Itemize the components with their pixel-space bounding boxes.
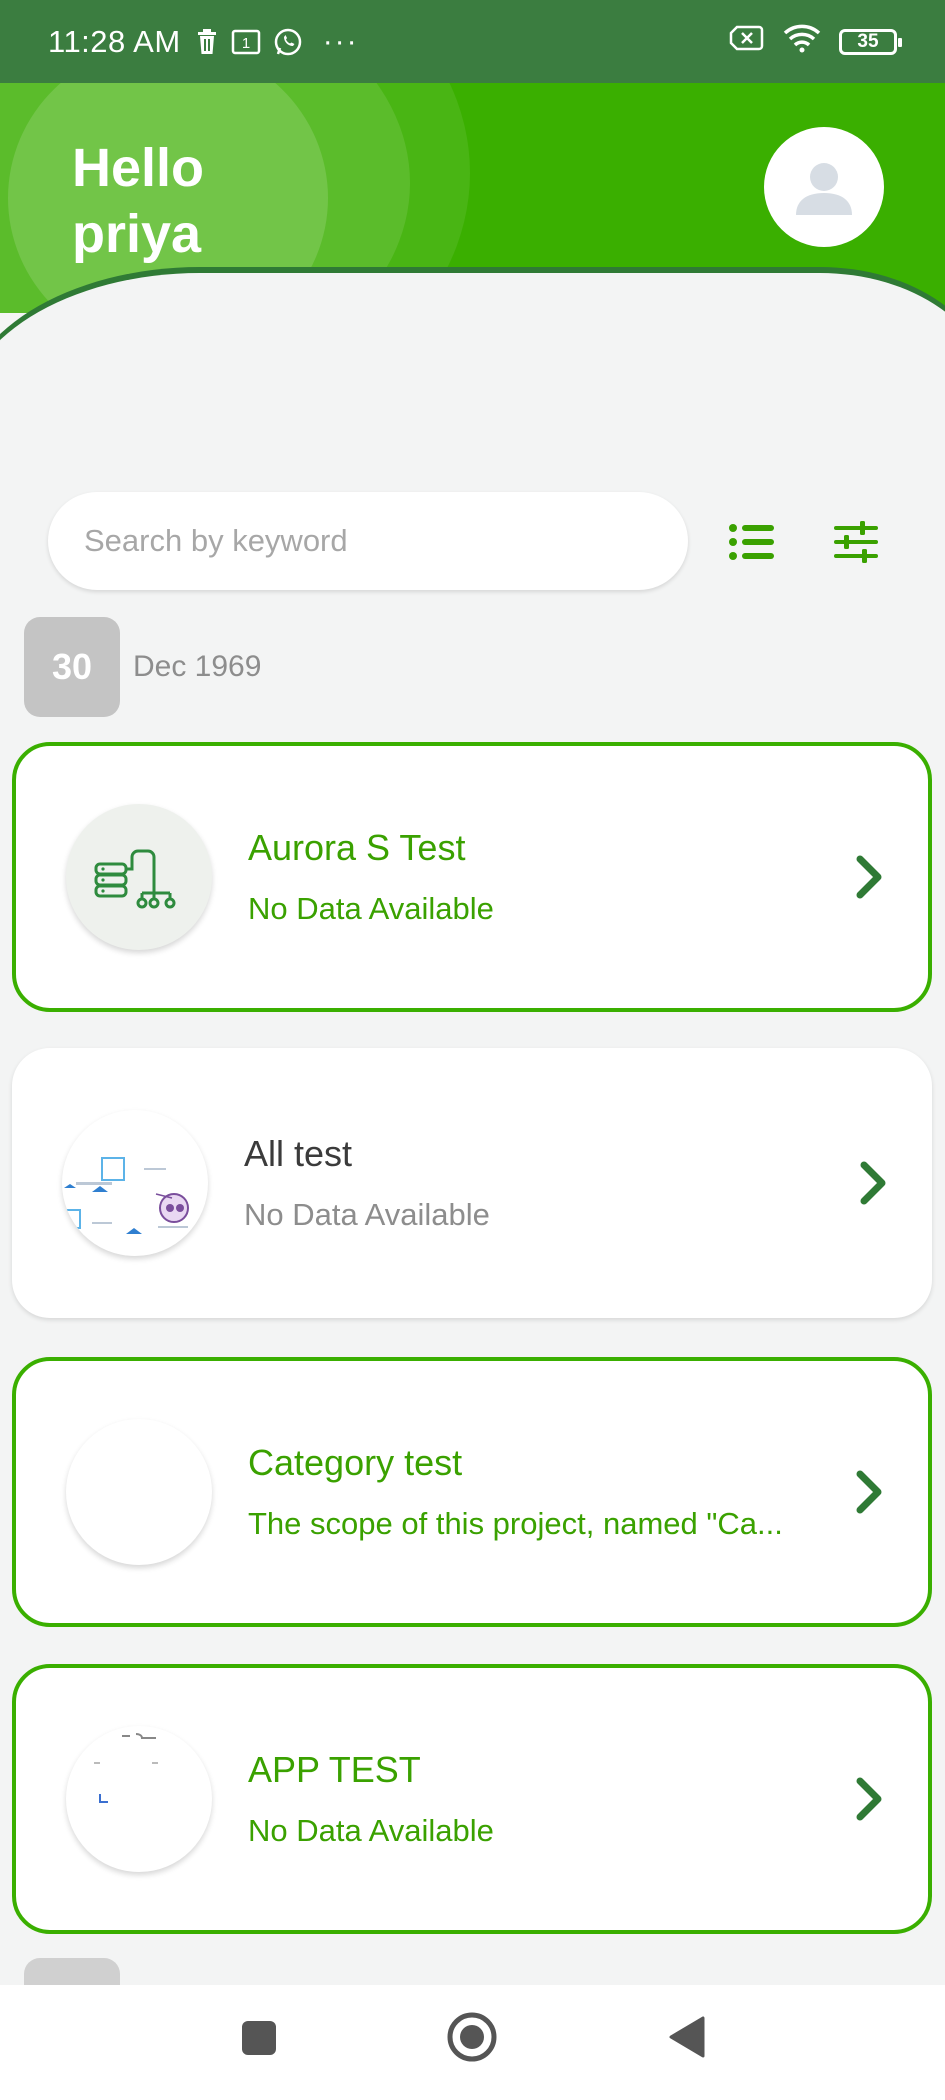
diagram-thumbnail <box>64 1157 189 1234</box>
status-time: 11:28 AM <box>48 23 181 59</box>
whatsapp-icon <box>273 27 303 57</box>
project-card[interactable]: Category test The scope of this project,… <box>12 1357 932 1627</box>
filter-button[interactable] <box>826 512 886 572</box>
header-curve <box>0 273 945 443</box>
chevron-right-icon <box>856 1777 882 1821</box>
list-icon <box>729 524 774 560</box>
project-title: Category test <box>248 1442 463 1483</box>
project-subtitle: No Data Available <box>248 1813 494 1848</box>
project-title: APP TEST <box>248 1749 421 1790</box>
list-view-button[interactable] <box>722 512 782 572</box>
battery-indicator: 35 <box>839 28 902 55</box>
project-thumbnail <box>66 804 212 950</box>
project-subtitle: The scope of this project, named "Ca... <box>248 1506 783 1541</box>
blank-thumbnail <box>66 1419 212 1565</box>
system-navigation-bar <box>0 1985 945 2100</box>
sliders-icon <box>834 521 878 563</box>
recent-apps-button[interactable] <box>238 2017 280 2059</box>
project-card[interactable]: APP TEST No Data Available <box>12 1664 932 1934</box>
sketch-thumbnail <box>94 1733 158 1803</box>
back-button[interactable] <box>664 2013 710 2061</box>
square-icon <box>242 2021 276 2055</box>
notification-count-icon: 1 <box>231 28 261 56</box>
chevron-right-icon <box>856 1470 882 1514</box>
home-circle-icon <box>447 2012 497 2062</box>
project-thumbnail <box>62 1110 208 1256</box>
database-tree-icon <box>94 849 176 909</box>
project-title: All test <box>244 1133 353 1174</box>
greeting: Hello priya <box>72 135 204 267</box>
project-subtitle: No Data Available <box>244 1197 490 1232</box>
notification-count: 1 <box>242 35 250 52</box>
date-day-badge: 30 <box>24 617 120 717</box>
user-icon <box>796 163 852 215</box>
profile-avatar-button[interactable] <box>764 127 884 247</box>
chevron-right-icon <box>860 1161 886 1205</box>
back-triangle-icon <box>669 2016 705 2058</box>
date-month-year: Dec 1969 <box>133 650 262 683</box>
project-title: Aurora S Test <box>248 827 466 868</box>
no-sim-icon <box>729 24 765 60</box>
greeting-hello: Hello <box>72 138 205 198</box>
search-bar[interactable] <box>48 492 688 590</box>
chevron-right-icon <box>856 855 882 899</box>
status-bar: 11:28 AM 1 ··· 35 <box>0 0 945 83</box>
more-notifications: ··· <box>322 24 359 58</box>
project-subtitle: No Data Available <box>248 891 494 926</box>
wifi-icon <box>783 23 821 61</box>
trash-icon <box>195 28 219 56</box>
greeting-username: priya <box>72 204 202 264</box>
project-card[interactable]: All test No Data Available <box>12 1048 932 1318</box>
search-input[interactable] <box>84 523 652 559</box>
home-button[interactable] <box>444 2009 500 2065</box>
project-card[interactable]: Aurora S Test No Data Available <box>12 742 932 1012</box>
header-banner: Hello priya <box>0 83 945 443</box>
project-thumbnail <box>66 1726 212 1872</box>
project-thumbnail <box>66 1419 212 1565</box>
